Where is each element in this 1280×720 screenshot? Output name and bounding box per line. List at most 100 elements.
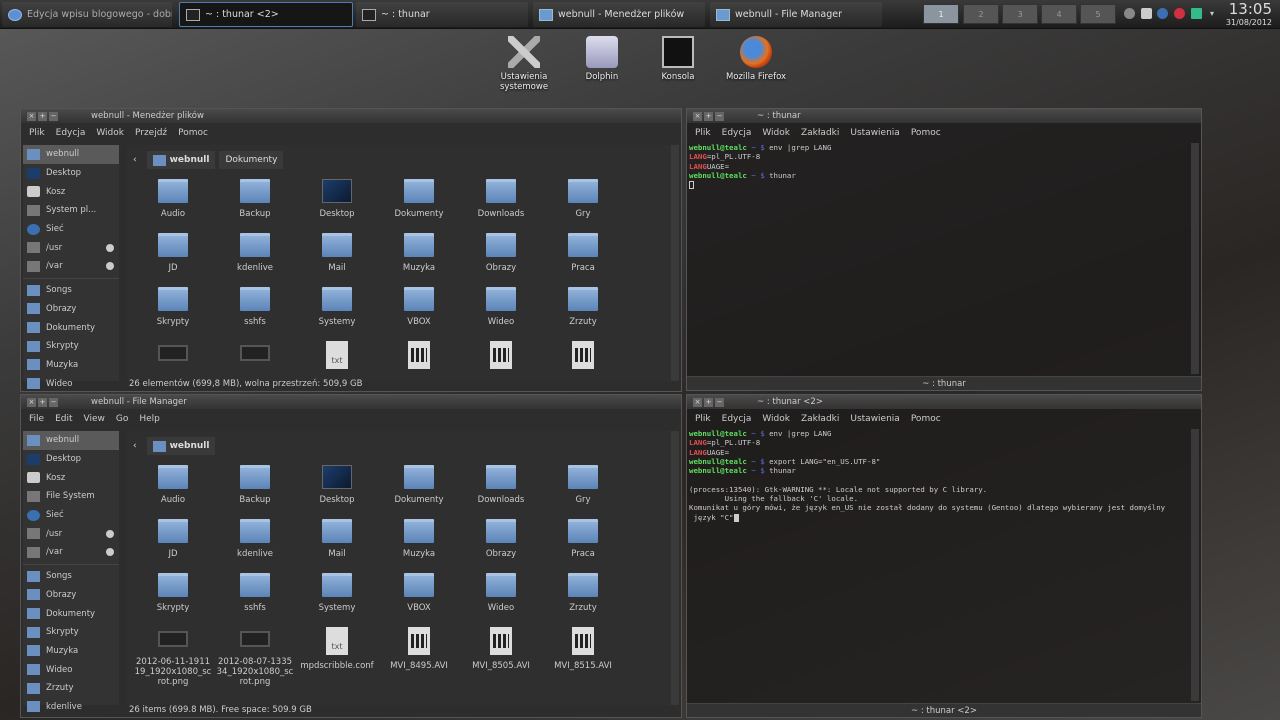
file-item-wideo[interactable]: Wideo (462, 287, 540, 327)
info-icon[interactable] (1124, 8, 1135, 19)
sidebar-item-muzyka[interactable]: Muzyka (23, 356, 119, 375)
close-icon[interactable]: × (693, 111, 702, 121)
mail-icon[interactable] (1141, 8, 1152, 19)
file-item-praca[interactable]: Praca (544, 519, 622, 559)
sidebar-item-obrazy[interactable]: Obrazy (23, 300, 119, 319)
scrollbar[interactable] (1191, 429, 1199, 701)
menu-pomoc[interactable]: Pomoc (178, 128, 208, 138)
terminal-tab[interactable]: ~ : thunar (687, 376, 1201, 390)
pin-icon[interactable]: + (38, 397, 47, 407)
desktop-5[interactable]: 5 (1080, 4, 1116, 24)
file-item-zrzuty[interactable]: Zrzuty (544, 287, 622, 327)
sidebar-item-skrypty[interactable]: Skrypty (23, 623, 119, 642)
eject-icon[interactable] (106, 548, 114, 557)
scrollbar[interactable] (671, 431, 679, 705)
file-item-gry[interactable]: Gry (544, 465, 622, 505)
eject-icon[interactable] (106, 243, 114, 252)
file-item-audio[interactable]: Audio (134, 465, 212, 505)
sidebar-item-var[interactable]: /var (23, 543, 119, 562)
menu-edycja[interactable]: Edycja (722, 414, 752, 424)
file-item-mail[interactable]: Mail (298, 233, 376, 273)
breadcrumb-webnull[interactable]: webnull (146, 151, 216, 169)
sidebar-item-desktop[interactable]: Desktop (23, 164, 119, 183)
sidebar-item-wideo[interactable]: Wideo (23, 660, 119, 679)
file-item-mvi-8515-avi[interactable]: MVI_8515.AVI (544, 627, 622, 671)
menu-pomoc[interactable]: Pomoc (911, 128, 941, 138)
close-icon[interactable]: × (27, 111, 36, 121)
file-item-obrazy[interactable]: Obrazy (462, 233, 540, 273)
desktop-1[interactable]: 1 (923, 4, 959, 24)
tray-expand-icon[interactable]: ▾ (1210, 9, 1214, 18)
close-icon[interactable]: × (27, 397, 36, 407)
minimize-icon[interactable]: − (715, 397, 724, 407)
sidebar-item-usr[interactable]: /usr (23, 238, 119, 257)
file-item-zrzuty[interactable]: Zrzuty (544, 573, 622, 613)
menu-plik[interactable]: Plik (695, 414, 711, 424)
file-item-dokumenty[interactable]: Dokumenty (380, 179, 458, 219)
menu-view[interactable]: View (84, 414, 105, 424)
task-file-manager-en[interactable]: webnull - File Manager (710, 2, 882, 27)
file-item-file-22[interactable] (462, 341, 540, 375)
scrollbar[interactable] (1191, 143, 1199, 374)
file-item-praca[interactable]: Praca (544, 233, 622, 273)
launcher-system-settings[interactable]: Ustawienia systemowe (489, 36, 559, 92)
sidebar-item-file-system[interactable]: File System (23, 487, 119, 506)
menu-go[interactable]: Go (116, 414, 128, 424)
file-item-kdenlive[interactable]: kdenlive (216, 233, 294, 273)
breadcrumb-dokumenty[interactable]: Dokumenty (219, 151, 284, 169)
menu-widok[interactable]: Widok (762, 128, 790, 138)
sidebar-item-var[interactable]: /var (23, 257, 119, 276)
pin-icon[interactable]: + (704, 111, 713, 121)
scrollbar[interactable] (671, 145, 679, 381)
sidebar-item-webnull[interactable]: webnull (23, 145, 119, 164)
menu-plik[interactable]: Plik (29, 128, 45, 138)
file-item-mvi-8495-avi[interactable]: MVI_8495.AVI (380, 627, 458, 671)
clock[interactable]: 13:05 31/08/2012 (1226, 1, 1272, 28)
sidebar-item-kosz[interactable]: Kosz (23, 468, 119, 487)
menu-edycja[interactable]: Edycja (722, 128, 752, 138)
skype-icon[interactable] (1174, 8, 1185, 19)
menu-pomoc[interactable]: Pomoc (911, 414, 941, 424)
breadcrumb-webnull[interactable]: webnull (146, 437, 216, 455)
sidebar-item-dokumenty[interactable]: Dokumenty (23, 318, 119, 337)
file-item-vbox[interactable]: VBOX (380, 573, 458, 613)
sidebar-item-dokumenty[interactable]: Dokumenty (23, 604, 119, 623)
file-item-desktop[interactable]: Desktop (298, 179, 376, 219)
file-item-file-20[interactable]: txt (298, 341, 376, 375)
task-terminal-thunar[interactable]: ~ : thunar (356, 2, 528, 27)
file-item-2012-06-11-191119-1920x1080-scrot-png[interactable]: 2012-06-11-191119_1920x1080_scrot.png (134, 627, 212, 687)
file-item-skrypty[interactable]: Skrypty (134, 573, 212, 613)
minimize-icon[interactable]: − (49, 111, 58, 121)
file-item-file-23[interactable] (544, 341, 622, 375)
sidebar-item-system-pl[interactable]: System pl... (23, 201, 119, 220)
minimize-icon[interactable]: − (715, 111, 724, 121)
file-item-sshfs[interactable]: sshfs (216, 573, 294, 613)
file-item-systemy[interactable]: Systemy (298, 287, 376, 327)
file-item-file-19[interactable] (216, 341, 294, 371)
file-item-jd[interactable]: JD (134, 519, 212, 559)
window-titlebar[interactable]: × + − webnull - Menedżer plików (21, 109, 681, 123)
menu-file[interactable]: File (29, 414, 44, 424)
file-item-file-18[interactable] (134, 341, 212, 371)
file-item-backup[interactable]: Backup (216, 179, 294, 219)
file-item-mail[interactable]: Mail (298, 519, 376, 559)
menu-help[interactable]: Help (139, 414, 160, 424)
file-item-jd[interactable]: JD (134, 233, 212, 273)
back-button[interactable]: ‹ (127, 151, 143, 169)
window-titlebar[interactable]: × + − webnull - File Manager (21, 395, 681, 409)
file-item-dokumenty[interactable]: Dokumenty (380, 465, 458, 505)
menu-przejd[interactable]: Przejdź (135, 128, 167, 138)
pin-icon[interactable]: + (704, 397, 713, 407)
file-item-mpdscribble-conf[interactable]: txt mpdscribble.conf (298, 627, 376, 671)
menu-edit[interactable]: Edit (55, 414, 72, 424)
file-item-mvi-8505-avi[interactable]: MVI_8505.AVI (462, 627, 540, 671)
file-item-obrazy[interactable]: Obrazy (462, 519, 540, 559)
file-item-muzyka[interactable]: Muzyka (380, 233, 458, 273)
file-item-wideo[interactable]: Wideo (462, 573, 540, 613)
file-item-downloads[interactable]: Downloads (462, 179, 540, 219)
file-item-file-21[interactable] (380, 341, 458, 375)
file-item-sshfs[interactable]: sshfs (216, 287, 294, 327)
sidebar-item-sie[interactable]: Sieć (23, 506, 119, 525)
file-item-skrypty[interactable]: Skrypty (134, 287, 212, 327)
menu-widok[interactable]: Widok (96, 128, 124, 138)
